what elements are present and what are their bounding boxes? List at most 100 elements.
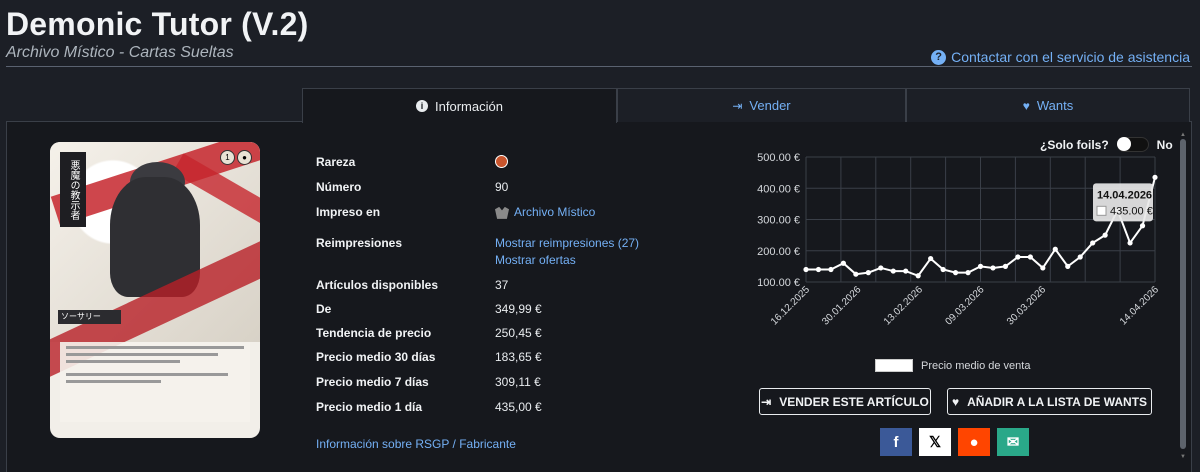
add-to-wants-button[interactable]: ♥ AÑADIR A LA LISTA DE WANTS (947, 388, 1152, 415)
rareza-label: Rareza (316, 155, 356, 169)
share-email-button[interactable]: ✉ (997, 428, 1029, 456)
chart-legend: Precio medio de venta (875, 359, 1030, 372)
header-divider (6, 66, 1192, 67)
page-title: Demonic Tutor (V.2) (6, 6, 309, 42)
data-point (890, 268, 896, 274)
de-label: De (316, 302, 332, 316)
text-line (66, 353, 218, 356)
x-tick-label: 09.03.2026 (943, 284, 986, 327)
price-chart: 500.00 € 400.00 € 300.00 € 200.00 € 100.00 €… (757, 152, 1161, 328)
x-tick-label: 16.12.2025 (769, 284, 812, 327)
data-point (903, 268, 909, 274)
text-line (66, 380, 161, 383)
card-name-vertical: 悪魔の教示者 (60, 152, 86, 227)
scrollbar-thumb[interactable] (1180, 139, 1186, 449)
ofertas-link[interactable]: Mostrar ofertas (495, 253, 576, 267)
x-icon: 𝕏 (928, 434, 942, 451)
heart-icon: ♥ (1022, 98, 1030, 113)
rsgp-links: Información sobre RSGP / Fabricante (316, 437, 516, 451)
x-tick-label: 13.02.2026 (882, 284, 925, 327)
fabricante-link[interactable]: Fabricante (459, 437, 516, 451)
x-tick-label: 30.01.2026 (820, 284, 863, 327)
rarity-icon (495, 155, 508, 168)
sell-item-label: VENDER ESTE ARTÍCULO (779, 394, 929, 409)
data-point (1090, 240, 1096, 246)
rsgp-link[interactable]: Información sobre RSGP (316, 437, 449, 451)
data-point (952, 270, 959, 276)
data-point (803, 266, 809, 273)
numero-value: 90 (495, 180, 509, 194)
facebook-icon: f (893, 433, 899, 451)
precio-30-value: 183,65 € (495, 350, 542, 364)
precio-7-value: 309,11 € (495, 375, 541, 389)
sell-icon: ⇥ (761, 394, 772, 409)
scroll-down-icon[interactable]: ▼ (1179, 454, 1187, 460)
card-text-box (60, 342, 250, 422)
tab-informacion[interactable]: i Información (302, 88, 617, 123)
data-point (1077, 254, 1083, 260)
support-link[interactable]: ? Contactar con el servicio de asistenci… (931, 49, 1190, 65)
tab-wants[interactable]: ♥ Wants (906, 88, 1190, 122)
mana-symbol: 1 (220, 150, 235, 165)
legend-swatch (875, 359, 913, 372)
share-x-button[interactable]: 𝕏 (919, 428, 951, 456)
scrollbar[interactable]: ▲ ▼ (1179, 132, 1187, 463)
data-point (878, 265, 884, 271)
precio-7-label: Precio medio 7 días (316, 375, 429, 389)
data-point (1015, 254, 1021, 260)
data-point (965, 270, 971, 276)
data-point (828, 266, 834, 273)
data-point (1127, 240, 1133, 246)
tooltip-value: 435.00 € (1110, 205, 1153, 217)
data-point (853, 271, 859, 277)
share-reddit-button[interactable]: ● (958, 428, 990, 456)
support-link-label: Contactar con el servicio de asistencia (951, 49, 1190, 65)
tab-bar: i Información ⇥ Vender ♥ Wants (302, 88, 1190, 123)
heart-icon: ♥ (951, 394, 960, 409)
impreso-label: Impreso en (316, 205, 381, 219)
y-tick-label: 100.00 € (757, 277, 800, 289)
tendencia-label: Tendencia de precio (316, 326, 432, 340)
sell-item-button[interactable]: ⇥ VENDER ESTE ARTÍCULO (759, 388, 931, 415)
data-point (977, 263, 984, 269)
y-tick-label: 300.00 € (757, 215, 800, 227)
email-icon: ✉ (1006, 434, 1020, 451)
data-point (1027, 254, 1033, 260)
data-point (1052, 246, 1058, 252)
data-point (1065, 263, 1071, 269)
data-point (928, 255, 934, 262)
data-point (990, 265, 996, 271)
mana-symbol: ● (237, 150, 252, 165)
reimpresiones-label: Reimpresiones (316, 236, 403, 250)
tendencia-value: 250,45 € (495, 326, 542, 340)
tab-vender[interactable]: ⇥ Vender (617, 88, 906, 122)
reimpresiones-link[interactable]: Mostrar reimpresiones (27) (495, 236, 639, 250)
data-point (940, 266, 946, 273)
data-point (815, 266, 822, 273)
text-line (66, 346, 244, 349)
data-point (915, 273, 921, 279)
disponibles-value: 37 (495, 278, 509, 292)
tab-label: Vender (749, 98, 791, 113)
x-tick-label: 30.03.2026 (1005, 284, 1048, 327)
precio-30-label: Precio medio 30 días (316, 350, 436, 364)
text-line (66, 360, 180, 363)
card-image[interactable]: 悪魔の教示者 1 ● ソーサリー (50, 142, 260, 438)
x-tick-label: 14.04.2026 (1118, 284, 1161, 327)
add-to-wants-label: AÑADIR A LA LISTA DE WANTS (967, 394, 1148, 409)
scroll-up-icon[interactable]: ▲ (1179, 132, 1187, 138)
tooltip-date: 14.04.2026 (1097, 189, 1152, 201)
impreso-value[interactable]: Archivo Místico (495, 205, 595, 219)
text-line (66, 373, 228, 376)
info-icon: i (416, 100, 429, 112)
tooltip-swatch (1096, 205, 1107, 216)
data-point (1102, 232, 1108, 238)
disponibles-label: Artículos disponibles (316, 278, 439, 292)
precio-1-label: Precio medio 1 día (316, 400, 423, 414)
y-tick-label: 500.00 € (757, 152, 800, 164)
tab-label: Wants (1036, 98, 1074, 113)
share-facebook-button[interactable]: f (880, 428, 912, 456)
data-point (1152, 174, 1158, 180)
data-point (1139, 223, 1146, 229)
page-subtitle: Archivo Místico - Cartas Sueltas (6, 44, 234, 61)
